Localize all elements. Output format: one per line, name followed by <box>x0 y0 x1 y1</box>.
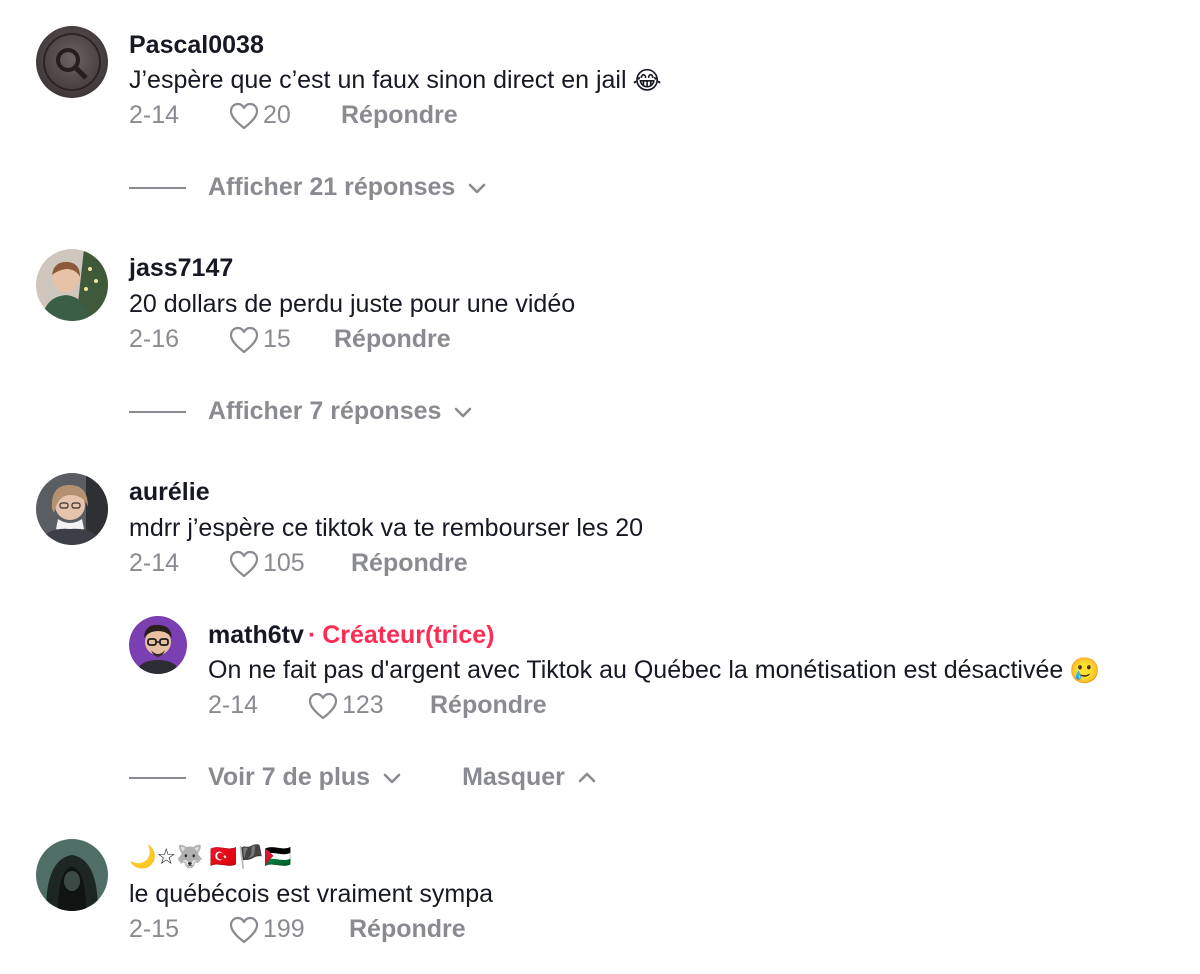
like-button[interactable]: 105 <box>229 549 351 578</box>
view-replies-button[interactable]: Afficher 21 réponses <box>208 173 487 202</box>
comment-text: 20 dollars de perdu juste pour une vidéo <box>129 290 576 318</box>
comment-date: 2-16 <box>129 325 180 353</box>
reply-button[interactable]: Répondre <box>430 691 547 720</box>
creator-username-row: math6tv · Créateur(trice) <box>208 621 494 650</box>
comment-text: mdrr j’espère ce tiktok va te rembourser… <box>129 514 644 542</box>
like-count: 105 <box>263 549 305 577</box>
comment-meta: 2-14 105 Répondre <box>129 549 468 578</box>
avatar[interactable] <box>36 26 108 98</box>
reply-button[interactable]: Répondre <box>349 915 466 944</box>
comment-date: 2-14 <box>208 691 259 719</box>
smiling-tear-emoji: 🥲 <box>1069 656 1101 685</box>
hide-replies-label: Masquer <box>462 763 565 791</box>
like-count: 123 <box>342 691 384 719</box>
view-replies-label: Afficher 21 réponses <box>208 173 456 201</box>
divider-line <box>129 186 186 189</box>
comment-text: J’espère que c’est un faux sinon direct … <box>129 66 662 96</box>
like-count: 15 <box>263 325 291 353</box>
view-more-button[interactable]: Voir 7 de plus <box>208 763 402 792</box>
view-replies-row: Afficher 7 réponses <box>129 397 473 426</box>
like-button[interactable]: 15 <box>229 325 334 354</box>
heart-outline-icon <box>229 326 259 353</box>
view-replies-row: Afficher 21 réponses <box>129 173 487 202</box>
username[interactable]: jass7147 <box>129 254 233 283</box>
like-button[interactable]: 123 <box>308 691 430 720</box>
comment-date: 2-14 <box>129 101 180 129</box>
avatar[interactable] <box>36 839 108 911</box>
avatar[interactable] <box>36 473 108 545</box>
reply-button[interactable]: Répondre <box>341 101 458 130</box>
like-count: 199 <box>263 915 305 943</box>
reply-button[interactable]: Répondre <box>334 325 451 354</box>
comment-text: le québécois est vraiment sympa <box>129 880 494 908</box>
creator-avatar[interactable] <box>129 616 187 674</box>
chevron-down-icon <box>383 773 401 783</box>
username[interactable]: aurélie <box>129 478 210 507</box>
heart-outline-icon <box>229 916 259 943</box>
divider-line <box>129 410 186 413</box>
laughing-emoji: 😂 <box>632 67 662 96</box>
comment-text: On ne fait pas d'argent avec Tiktok au Q… <box>208 656 1100 686</box>
heart-outline-icon <box>229 102 259 129</box>
like-button[interactable]: 199 <box>229 915 349 944</box>
creator-badge: Créateur(trice) <box>322 621 495 649</box>
chevron-up-icon <box>578 772 596 782</box>
view-more-label: Voir 7 de plus <box>208 763 371 791</box>
chevron-down-icon <box>455 407 472 417</box>
hide-replies-button[interactable]: Masquer <box>462 763 597 792</box>
creator-separator: · <box>307 621 317 649</box>
comment-date: 2-15 <box>129 915 180 943</box>
comment-meta: 2-14 20 Répondre <box>129 101 458 130</box>
comment-meta: 2-14 123 Répondre <box>208 691 547 720</box>
heart-outline-icon <box>229 550 259 577</box>
comment-text-body: J’espère que c’est un faux sinon direct … <box>129 66 627 94</box>
heart-outline-icon <box>308 692 338 719</box>
comment-meta: 2-16 15 Répondre <box>129 325 451 354</box>
reply-button[interactable]: Répondre <box>351 549 468 578</box>
divider-line <box>129 776 186 779</box>
username[interactable]: Pascal0038 <box>129 31 264 60</box>
like-button[interactable]: 20 <box>229 101 341 130</box>
username[interactable]: math6tv <box>208 621 304 649</box>
username[interactable]: 🌙☆🐺 🇹🇷🏴🇵🇸 <box>129 844 292 870</box>
comment-date: 2-14 <box>129 549 180 577</box>
thread-controls-row: Voir 7 de plus Masquer <box>129 763 597 792</box>
like-count: 20 <box>263 101 291 129</box>
comment-text-body: On ne fait pas d'argent avec Tiktok au Q… <box>208 656 1064 684</box>
view-replies-label: Afficher 7 réponses <box>208 397 442 425</box>
avatar[interactable] <box>36 249 108 321</box>
chevron-down-icon <box>469 183 486 193</box>
view-replies-button[interactable]: Afficher 7 réponses <box>208 397 473 426</box>
comment-meta: 2-15 199 Répondre <box>129 915 466 944</box>
